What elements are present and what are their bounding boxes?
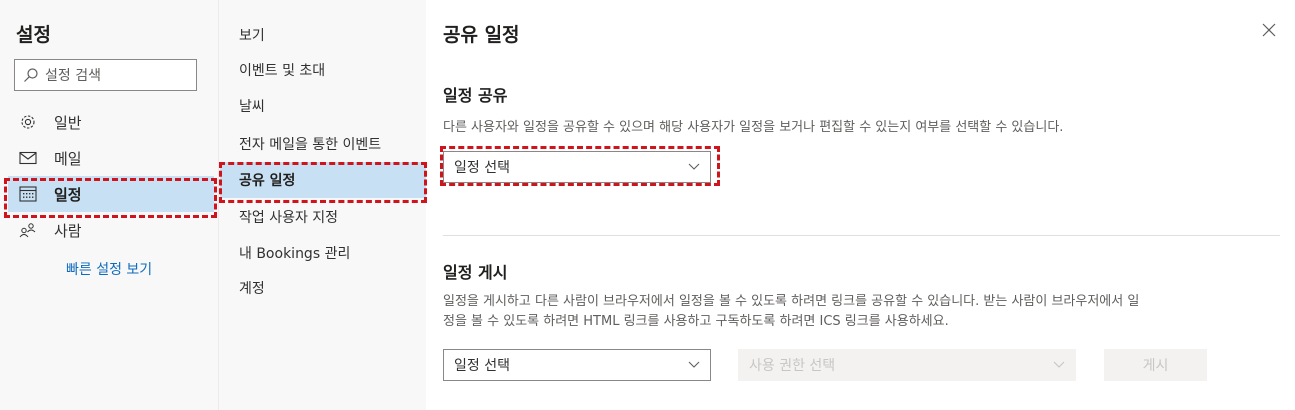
settings-search-input[interactable]: 설정 검색 bbox=[14, 59, 197, 91]
share-calendar-heading: 일정 공유 bbox=[443, 86, 508, 105]
search-placeholder: 설정 검색 bbox=[45, 68, 101, 84]
publish-button[interactable]: 게시 bbox=[1104, 349, 1207, 381]
close-button[interactable] bbox=[1259, 20, 1279, 40]
subnav-item-customize-actions[interactable]: 작업 사용자 지정 bbox=[220, 199, 426, 235]
nav-item-general[interactable]: 일반 bbox=[8, 104, 214, 140]
subnav-item-accounts[interactable]: 계정 bbox=[220, 270, 426, 306]
subnav-item-events-invitations[interactable]: 이벤트 및 초대 bbox=[220, 52, 426, 88]
share-calendar-select[interactable]: 일정 선택 bbox=[443, 151, 711, 183]
nav-label-people: 사람 bbox=[54, 221, 82, 240]
nav-label-calendar: 일정 bbox=[54, 185, 82, 204]
subnav-item-weather[interactable]: 날씨 bbox=[220, 88, 426, 124]
publish-calendar-heading: 일정 게시 bbox=[443, 263, 508, 282]
publish-calendar-description-line2: 정을 볼 수 있도록 하려면 HTML 링크를 사용하고 구독하도록 하려면 I… bbox=[443, 314, 949, 329]
publish-permission-select-value: 사용 권한 선택 bbox=[749, 358, 836, 374]
subnav-item-events-from-email[interactable]: 전자 메일을 통한 이벤트 bbox=[220, 126, 426, 162]
share-calendar-description: 다른 사용자와 일정을 공유할 수 있으며 해당 사용자가 일정을 보거나 편집… bbox=[443, 120, 1064, 135]
chevron-down-icon bbox=[1053, 361, 1065, 368]
nav-item-mail[interactable]: 메일 bbox=[8, 140, 214, 176]
gear-icon bbox=[18, 112, 38, 132]
search-icon bbox=[24, 68, 38, 82]
panel-title: 공유 일정 bbox=[443, 24, 520, 46]
chevron-down-icon bbox=[688, 361, 700, 368]
publish-calendar-description-line1: 일정을 게시하고 다른 사람이 브라우저에서 일정을 볼 수 있도록 하려면 링… bbox=[443, 294, 1140, 309]
chevron-down-icon bbox=[688, 163, 700, 170]
subnav-item-shared-calendars[interactable]: 공유 일정 bbox=[220, 162, 426, 198]
publish-permission-select[interactable]: 사용 권한 선택 bbox=[738, 349, 1076, 381]
mail-icon bbox=[18, 148, 38, 168]
settings-title: 설정 bbox=[16, 24, 51, 46]
publish-calendar-select[interactable]: 일정 선택 bbox=[443, 349, 711, 381]
quick-settings-link[interactable]: 빠른 설정 보기 bbox=[66, 259, 152, 279]
subnav-item-view[interactable]: 보기 bbox=[220, 17, 426, 53]
subnav-item-manage-bookings[interactable]: 내 Bookings 관리 bbox=[220, 235, 426, 271]
publish-calendar-select-value: 일정 선택 bbox=[454, 358, 510, 374]
close-icon bbox=[1262, 23, 1276, 37]
nav-label-mail: 메일 bbox=[54, 149, 82, 168]
calendar-icon bbox=[18, 184, 38, 204]
people-icon bbox=[18, 220, 38, 240]
nav-item-people[interactable]: 사람 bbox=[8, 212, 214, 248]
section-divider bbox=[443, 235, 1280, 236]
share-calendar-select-value: 일정 선택 bbox=[454, 160, 510, 176]
nav-item-calendar[interactable]: 일정 bbox=[8, 176, 214, 212]
nav-label-general: 일반 bbox=[54, 113, 82, 132]
